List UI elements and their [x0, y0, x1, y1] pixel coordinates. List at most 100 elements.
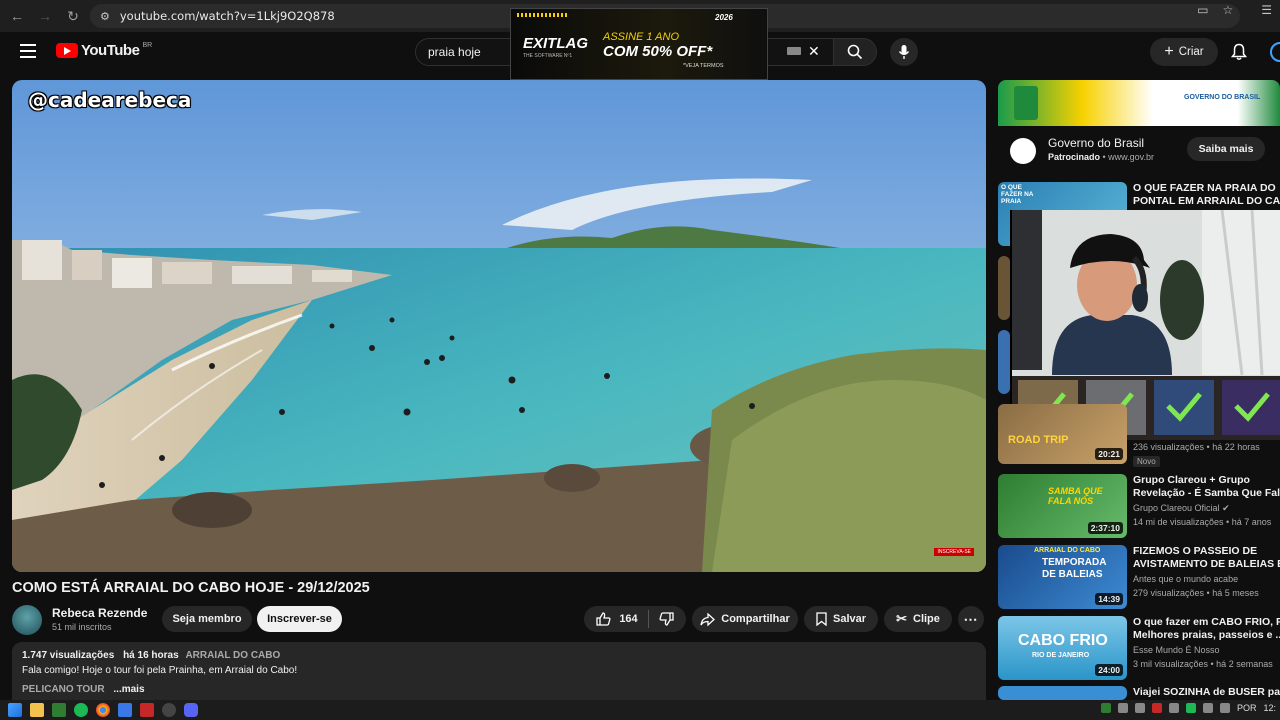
clear-search-icon[interactable]: ✕ — [808, 43, 820, 60]
tray-icon[interactable] — [1151, 703, 1162, 713]
network-icon[interactable] — [1219, 703, 1230, 713]
keyboard-icon[interactable] — [787, 47, 801, 55]
dislike-button[interactable] — [655, 612, 674, 626]
bookmark-star-icon[interactable]: ☆ — [1222, 3, 1233, 17]
video-player[interactable]: @cadearebeca INSCREVA-SE — [12, 80, 986, 572]
youtube-play-icon — [56, 43, 78, 58]
save-button[interactable]: Salvar — [804, 606, 878, 632]
reading-list-icon[interactable]: ☰ — [1261, 3, 1272, 17]
logo-text: YouTube — [81, 42, 140, 59]
tray-icon[interactable] — [1117, 703, 1128, 713]
gov-logo — [1010, 138, 1036, 164]
rec-thumbnail[interactable]: CABO FRIO RIO DE JANEIRO 24:00 — [998, 616, 1127, 680]
join-button[interactable]: Seja membro — [162, 606, 252, 632]
sponsor-banner-image[interactable]: GOVERNO DO BRASIL — [998, 80, 1280, 126]
recommendation-item[interactable]: CABO FRIO RIO DE JANEIRO 24:00 O que faz… — [998, 616, 1280, 682]
create-label: Criar — [1178, 46, 1204, 58]
learn-more-button[interactable]: Saiba mais — [1187, 137, 1265, 161]
like-button[interactable]: 164 — [596, 610, 649, 628]
rec-title: FIZEMOS O PASSEIO DE AVISTAMENTO DE BALE… — [1133, 545, 1280, 571]
description-tag[interactable]: ARRAIAL DO CABO — [185, 650, 280, 661]
ad-stripe — [517, 13, 569, 17]
spotify-icon[interactable] — [74, 703, 88, 717]
rec-thumbnail[interactable] — [998, 330, 1010, 394]
app-icon[interactable] — [52, 703, 66, 717]
tray-icon[interactable] — [1168, 703, 1179, 713]
sponsor-sub: Patrocinado • www.gov.br — [1048, 152, 1155, 162]
obs-icon[interactable] — [162, 703, 176, 717]
thumbs-up-icon — [596, 612, 611, 626]
rec-title-line: O que fazer em CABO FRIO, RJ — [1133, 616, 1280, 628]
rec-stats: 279 visualizações • há 5 meses — [1133, 588, 1259, 598]
rec-thumb-text-a: ARRAIAL DO CABO — [1034, 547, 1101, 554]
recommendation-item[interactable]: Viajei SOZINHA de BUSER para — [998, 686, 1280, 700]
input-language[interactable]: POR — [1237, 703, 1257, 713]
like-count: 164 — [619, 613, 638, 625]
clip-button[interactable]: ✂ Clipe — [884, 606, 952, 632]
rec-thumbnail[interactable]: ARRAIAL DO CABO TEMPORADA DE BALEIAS 14:… — [998, 545, 1127, 609]
beach-video-frame — [12, 80, 986, 572]
rec-channel: Antes que o mundo acabe — [1133, 574, 1239, 584]
file-explorer-icon[interactable] — [30, 703, 44, 717]
app-icon[interactable] — [118, 703, 132, 717]
clip-label: Clipe — [913, 613, 940, 625]
rec-title: Grupo Clareou + Grupo Revelação - É Samb… — [1133, 474, 1280, 500]
share-button[interactable]: Compartilhar — [692, 606, 798, 632]
more-actions-button[interactable]: ⋯ — [958, 606, 984, 632]
reload-icon[interactable]: ↻ — [60, 3, 86, 29]
sponsored-card[interactable]: GOVERNO DO BRASIL Governo do Brasil Patr… — [998, 80, 1280, 174]
windows-start-icon[interactable] — [8, 703, 22, 717]
volume-icon[interactable] — [1202, 703, 1213, 713]
sponsored-label: Patrocinado — [1048, 152, 1101, 162]
search-icon — [847, 44, 863, 60]
rec-duration: 20:21 — [1095, 448, 1123, 460]
rec-title: O QUE FAZER NA PRAIA DO PONTAL EM ARRAIA… — [1133, 182, 1280, 208]
tray-icon[interactable] — [1134, 703, 1145, 713]
recommendation-item[interactable]: ARRAIAL DO CABO TEMPORADA DE BALEIAS 14:… — [998, 545, 1280, 611]
search-button[interactable] — [833, 38, 877, 66]
cast-icon[interactable]: ▭ — [1197, 3, 1208, 17]
rec-thumbnail[interactable] — [998, 256, 1010, 320]
recommendation-item[interactable]: ROAD TRIP 20:21 236 visualizações • há 2… — [998, 404, 1280, 467]
tray-icon[interactable] — [1100, 703, 1111, 713]
voice-search-button[interactable] — [890, 38, 918, 66]
save-label: Salvar — [832, 613, 867, 625]
channel-name[interactable]: Rebeca Rezende — [52, 606, 147, 620]
bell-icon[interactable] — [1231, 43, 1247, 61]
exitlag-ad[interactable]: 2026 EXITLAG THE SOFTWARE Nº1 ASSINE 1 A… — [510, 8, 768, 80]
account-avatar[interactable] — [1270, 42, 1280, 62]
discord-icon[interactable] — [184, 703, 198, 717]
description-meta: 1.747 visualizações há 16 horas ARRAIAL … — [22, 650, 976, 661]
rec-title-line: Revelação - É Samba Que Fala — [1133, 487, 1280, 499]
hamburger-menu-icon[interactable] — [20, 44, 36, 58]
channel-avatar[interactable] — [12, 605, 42, 635]
verified-icon: ✔ — [1222, 503, 1230, 513]
youtube-logo[interactable]: YouTube BR — [56, 42, 152, 59]
system-tray: POR 12: — [1100, 703, 1276, 713]
recommendation-item[interactable]: SAMBA QUE FALA NÓS 2:37:10 Grupo Clareou… — [998, 474, 1280, 540]
site-settings-icon[interactable]: ⚙ — [100, 10, 110, 23]
more-horizontal-icon: ⋯ — [963, 610, 979, 627]
rec-thumbnail[interactable]: ROAD TRIP 20:21 — [998, 404, 1127, 464]
rec-thumb-text: SAMBA QUE FALA NÓS — [1048, 486, 1103, 506]
scissors-icon: ✂ — [896, 611, 907, 626]
clock[interactable]: 12: — [1263, 703, 1276, 713]
back-icon[interactable]: ← — [4, 3, 30, 29]
subscribe-button[interactable]: Inscrever-se — [257, 606, 342, 632]
sponsor-name: Governo do Brasil — [1048, 136, 1145, 150]
show-more-link[interactable]: ...mais — [113, 684, 144, 695]
chrome-icon[interactable] — [96, 703, 110, 717]
ad-line1: ASSINE 1 ANO — [603, 31, 680, 43]
rec-thumbnail[interactable] — [998, 686, 1127, 700]
description-line: Fala comigo! Hoje o tour foi pela Prainh… — [22, 665, 298, 676]
video-title: COMO ESTÁ ARRAIAL DO CABO HOJE - 29/12/2… — [12, 580, 370, 596]
rec-thumbnail[interactable]: SAMBA QUE FALA NÓS 2:37:10 — [998, 474, 1127, 538]
rec-title-line: PONTAL EM ARRAIAL DO CAB — [1133, 195, 1280, 207]
tray-icon[interactable] — [1185, 703, 1196, 713]
rec-stats: 236 visualizações • há 22 horas — [1133, 442, 1260, 452]
rec-thumb-text-a: CABO FRIO — [1018, 632, 1108, 649]
forward-icon[interactable]: → — [32, 3, 58, 29]
app-icon[interactable] — [140, 703, 154, 717]
create-button[interactable]: + Criar — [1150, 38, 1218, 66]
url-text: youtube.com/watch?v=1Lkj9O2Q878 — [119, 9, 335, 23]
